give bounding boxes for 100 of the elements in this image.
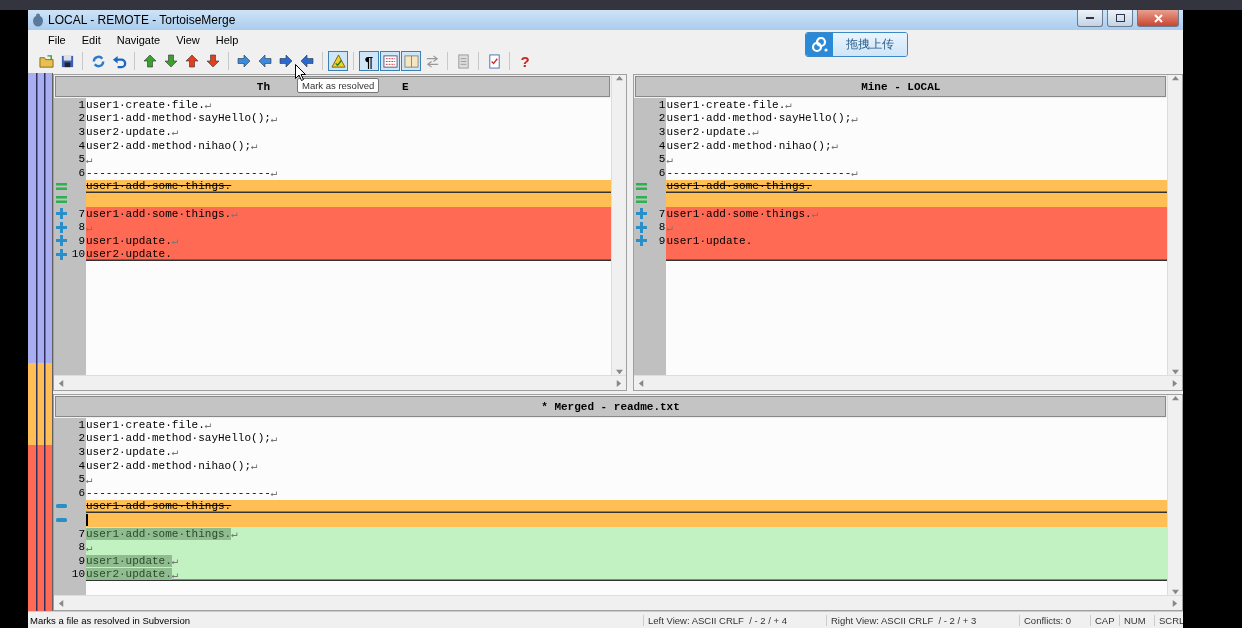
- line-number: 1: [77, 418, 85, 431]
- horizontal-scrollbar[interactable]: [54, 595, 1182, 610]
- line-number: 1: [77, 98, 85, 111]
- line-number: 5: [77, 473, 85, 486]
- line-number: 6: [77, 486, 85, 499]
- line-end-mark: ↵: [171, 445, 179, 459]
- scroll-left-arrow[interactable]: [638, 379, 646, 387]
- line-number: 1: [657, 98, 666, 111]
- line-end-mark: ↵: [86, 472, 93, 486]
- undo-icon: [111, 53, 127, 69]
- code-text: user1·update.: [86, 554, 172, 567]
- line-end-mark: ↵: [171, 567, 179, 581]
- line-number: 4: [657, 139, 666, 152]
- line-end-mark: ↵: [851, 166, 858, 180]
- line-end-mark: ↵: [270, 166, 278, 180]
- swap-icon: [424, 53, 440, 69]
- line-end-mark: ↵: [666, 220, 674, 234]
- scroll-right-arrow[interactable]: [1171, 379, 1178, 387]
- code-text: user1·add·some·things.: [86, 207, 232, 220]
- line-number: 9: [657, 234, 666, 247]
- scroll-up-arrow[interactable]: [1171, 75, 1179, 82]
- status-panel: NUM: [1119, 614, 1154, 626]
- line-number: 8: [77, 541, 85, 554]
- code-text: user2·update.: [86, 446, 172, 458]
- cloud-link-icon: [810, 36, 829, 53]
- horizontal-scrollbar[interactable]: [54, 375, 627, 390]
- line-end-mark: ↵: [811, 207, 819, 221]
- line-number: 5: [657, 153, 666, 166]
- line-number: 7: [657, 207, 666, 220]
- toolbar-button[interactable]: ¶: [359, 51, 379, 71]
- columns-icon: [403, 53, 419, 69]
- line-number: 8: [77, 221, 85, 234]
- window-title: LOCAL - REMOTE - TortoiseMerge: [48, 13, 237, 27]
- vertical-scrollbar[interactable]: [1167, 395, 1182, 595]
- save-icon: [59, 53, 75, 69]
- pane-title: E: [402, 80, 409, 93]
- line-number: 3: [77, 446, 85, 458]
- warning-icon: [330, 53, 346, 69]
- mouse-cursor-icon: [295, 64, 306, 81]
- scroll-left-arrow[interactable]: [58, 599, 65, 607]
- horizontal-scrollbar[interactable]: [634, 375, 1182, 390]
- menu-item[interactable]: Edit: [73, 33, 109, 46]
- code-text: user1·add·method·sayHello();: [86, 432, 271, 445]
- line-end-mark: ↵: [251, 139, 258, 153]
- restore-button[interactable]: [1107, 10, 1133, 27]
- scroll-down-arrow[interactable]: [1171, 368, 1179, 375]
- restore-icon: [1115, 14, 1125, 22]
- code-text: user1·add·method·sayHello();: [666, 112, 852, 125]
- menu-item[interactable]: Navigate: [108, 33, 169, 46]
- scroll-down-arrow[interactable]: [615, 368, 623, 375]
- line-number: 7: [77, 527, 85, 540]
- tooltip: Mark as resolved: [297, 78, 380, 93]
- menu-item[interactable]: View: [168, 33, 208, 46]
- status-panel: Left View: ASCII CRLF / - 2 / + 4: [643, 614, 826, 626]
- arrow-up-icon: [185, 54, 199, 68]
- lines-icon: [382, 53, 398, 69]
- code-text: user1·add·some·things.: [666, 180, 812, 193]
- line-number: 2: [77, 112, 85, 125]
- code-text: ----------------------------: [86, 486, 271, 499]
- line-end-mark: ↵: [204, 418, 212, 432]
- scroll-right-arrow[interactable]: [1171, 599, 1178, 607]
- line-number: 6: [77, 166, 85, 179]
- menu-item[interactable]: Help: [207, 33, 247, 46]
- status-panel: Right View: ASCII CRLF / - 2 / + 3: [826, 614, 1019, 626]
- line-end-mark: ↵: [251, 459, 258, 473]
- code-text: user1·create·file.: [86, 418, 205, 431]
- scroll-up-arrow[interactable]: [1171, 395, 1179, 402]
- menu-item[interactable]: File: [40, 33, 74, 46]
- upload-button[interactable]: 拖拽上传: [805, 32, 908, 57]
- code-text: user2·update.: [86, 126, 172, 138]
- code-text: user1·update.: [86, 234, 172, 247]
- code-text: user1·add·some·things.: [86, 180, 232, 193]
- toolbar-button[interactable]: ?: [515, 51, 535, 71]
- line-number: 8: [657, 221, 666, 234]
- line-end-mark: ↵: [831, 139, 839, 153]
- vertical-scrollbar[interactable]: [1167, 75, 1182, 375]
- arrow-left-icon: [300, 54, 314, 68]
- code-text: user2·add·method·nihao();: [666, 139, 832, 152]
- code-text: user2·add·method·nihao();: [86, 139, 252, 152]
- document-icon: [455, 53, 471, 69]
- scroll-left-arrow[interactable]: [58, 379, 65, 387]
- line-number: 3: [77, 126, 85, 138]
- line-end-mark: ↵: [86, 220, 93, 234]
- status-panel: CAP: [1090, 614, 1119, 626]
- code-text: user1·create·file.: [666, 98, 786, 111]
- code-text: user1·add·some·things.: [666, 207, 812, 220]
- line-end-mark: ↵: [270, 431, 278, 445]
- scroll-down-arrow[interactable]: [1171, 588, 1179, 595]
- code-text: user2·update.: [86, 248, 172, 261]
- scroll-right-arrow[interactable]: [615, 379, 623, 387]
- line-number: 2: [77, 432, 85, 445]
- minimize-button[interactable]: [1077, 10, 1103, 27]
- line-end-mark: ↵: [86, 152, 93, 166]
- line-end-mark: ↵: [86, 540, 93, 554]
- code-text: user1·add·method·sayHello();: [86, 112, 271, 125]
- scroll-up-arrow[interactable]: [615, 75, 623, 82]
- line-end-mark: ↵: [171, 554, 179, 568]
- close-button[interactable]: [1137, 10, 1179, 27]
- tortoise-icon: [32, 13, 44, 27]
- line-end-mark: ↵: [231, 207, 238, 221]
